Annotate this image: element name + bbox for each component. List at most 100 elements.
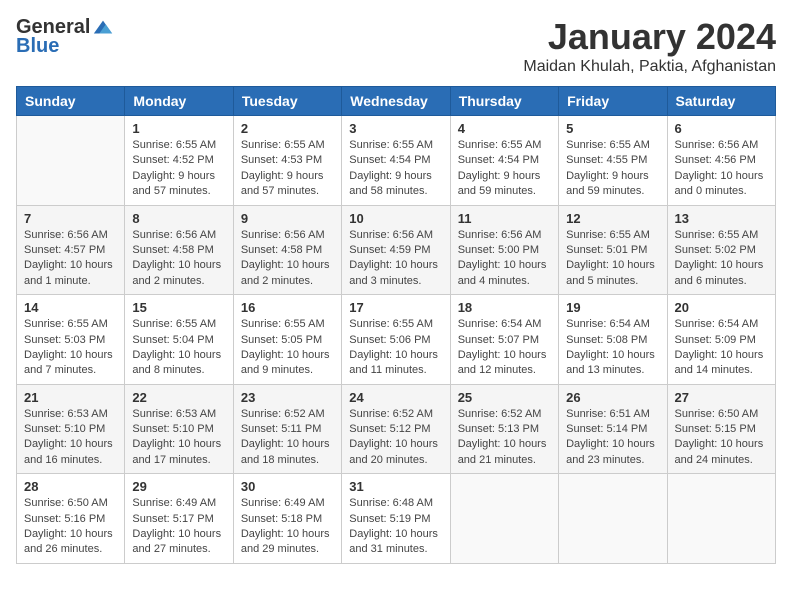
day-info: Sunrise: 6:49 AMSunset: 5:17 PMDaylight:… [132, 496, 225, 558]
day-number: 2 [241, 121, 334, 136]
calendar-cell: 10Sunrise: 6:56 AMSunset: 4:59 PMDayligh… [342, 205, 450, 295]
logo-blue: Blue [16, 35, 59, 58]
day-number: 12 [566, 211, 659, 226]
day-number: 4 [458, 121, 551, 136]
calendar-week-row: 14 Sunrise: 6:55 AMSunset: 5:03 PMDayligh… [17, 295, 776, 385]
day-info: Sunrise: 6:54 AMSunset: 5:09 PMDaylight:… [675, 317, 768, 379]
day-info: Sunrise: 6:56 AMSunset: 4:57 PMDaylight:… [24, 228, 117, 290]
day-number: 22 [132, 390, 225, 405]
day-number: 14 [24, 300, 117, 315]
day-info: Sunrise: 6:54 AMSunset: 5:08 PMDaylight:… [566, 317, 659, 379]
day-number: 8 [132, 211, 225, 226]
calendar-cell: 25Sunrise: 6:52 AMSunset: 5:13 PMDayligh… [450, 384, 558, 474]
calendar-cell: 2 Sunrise: 6:55 AMSunset: 4:53 PMDaylight… [233, 116, 341, 206]
day-info: Sunrise: 6:55 AMSunset: 5:01 PMDaylight:… [566, 228, 659, 290]
day-info: Sunrise: 6:54 AMSunset: 5:07 PMDaylight:… [458, 317, 551, 379]
day-number: 28 [24, 479, 117, 494]
location-title: Maidan Khulah, Paktia, Afghanistan [523, 58, 776, 76]
calendar-cell: 3 Sunrise: 6:55 AMSunset: 4:54 PMDaylight… [342, 116, 450, 206]
day-info: Sunrise: 6:55 AMSunset: 5:06 PMDaylight:… [349, 317, 442, 379]
calendar-cell: 29 Sunrise: 6:49 AMSunset: 5:17 PMDayligh… [125, 474, 233, 564]
day-info: Sunrise: 6:49 AMSunset: 5:18 PMDaylight:… [241, 496, 334, 558]
calendar-cell: 4 Sunrise: 6:55 AMSunset: 4:54 PMDaylight… [450, 116, 558, 206]
day-number: 17 [349, 300, 442, 315]
calendar-header-sunday: Sunday [17, 87, 125, 116]
calendar-cell: 14 Sunrise: 6:55 AMSunset: 5:03 PMDayligh… [17, 295, 125, 385]
day-number: 20 [675, 300, 768, 315]
calendar-cell: 19 Sunrise: 6:54 AMSunset: 5:08 PMDayligh… [559, 295, 667, 385]
calendar-cell: 9 Sunrise: 6:56 AMSunset: 4:58 PMDaylight… [233, 205, 341, 295]
day-info: Sunrise: 6:52 AMSunset: 5:12 PMDaylight:… [349, 407, 442, 469]
calendar-cell: 23 Sunrise: 6:52 AMSunset: 5:11 PMDayligh… [233, 384, 341, 474]
day-info: Sunrise: 6:55 AMSunset: 5:03 PMDaylight:… [24, 317, 117, 379]
day-info: Sunrise: 6:52 AMSunset: 5:11 PMDaylight:… [241, 407, 334, 469]
calendar-header-row: SundayMondayTuesdayWednesdayThursdayFrid… [17, 87, 776, 116]
calendar-header-saturday: Saturday [667, 87, 775, 116]
calendar-header-tuesday: Tuesday [233, 87, 341, 116]
day-number: 18 [458, 300, 551, 315]
day-number: 19 [566, 300, 659, 315]
calendar-cell: 16 Sunrise: 6:55 AMSunset: 5:05 PMDayligh… [233, 295, 341, 385]
day-number: 3 [349, 121, 442, 136]
day-info: Sunrise: 6:53 AMSunset: 5:10 PMDaylight:… [24, 407, 117, 469]
day-number: 29 [132, 479, 225, 494]
calendar-header-wednesday: Wednesday [342, 87, 450, 116]
calendar-week-row: 1 Sunrise: 6:55 AMSunset: 4:52 PMDaylight… [17, 116, 776, 206]
calendar-cell: 28 Sunrise: 6:50 AMSunset: 5:16 PMDayligh… [17, 474, 125, 564]
calendar-cell: 15Sunrise: 6:55 AMSunset: 5:04 PMDayligh… [125, 295, 233, 385]
calendar-cell: 31Sunrise: 6:48 AMSunset: 5:19 PMDayligh… [342, 474, 450, 564]
calendar-header-friday: Friday [559, 87, 667, 116]
day-number: 24 [349, 390, 442, 405]
logo: General Blue [16, 16, 114, 58]
calendar-week-row: 7 Sunrise: 6:56 AMSunset: 4:57 PMDaylight… [17, 205, 776, 295]
day-number: 10 [349, 211, 442, 226]
day-number: 1 [132, 121, 225, 136]
day-number: 16 [241, 300, 334, 315]
day-info: Sunrise: 6:55 AMSunset: 5:05 PMDaylight:… [241, 317, 334, 379]
day-info: Sunrise: 6:55 AMSunset: 4:55 PMDaylight:… [566, 138, 659, 200]
day-info: Sunrise: 6:56 AMSunset: 4:56 PMDaylight:… [675, 138, 768, 200]
month-title: January 2024 [523, 16, 776, 58]
day-number: 7 [24, 211, 117, 226]
calendar-cell: 1 Sunrise: 6:55 AMSunset: 4:52 PMDaylight… [125, 116, 233, 206]
day-info: Sunrise: 6:56 AMSunset: 4:58 PMDaylight:… [241, 228, 334, 290]
calendar-cell: 11 Sunrise: 6:56 AMSunset: 5:00 PMDayligh… [450, 205, 558, 295]
day-info: Sunrise: 6:50 AMSunset: 5:15 PMDaylight:… [675, 407, 768, 469]
day-number: 11 [458, 211, 551, 226]
calendar-cell: 18 Sunrise: 6:54 AMSunset: 5:07 PMDayligh… [450, 295, 558, 385]
day-number: 9 [241, 211, 334, 226]
day-number: 26 [566, 390, 659, 405]
calendar-cell: 12 Sunrise: 6:55 AMSunset: 5:01 PMDayligh… [559, 205, 667, 295]
calendar-cell: 20 Sunrise: 6:54 AMSunset: 5:09 PMDayligh… [667, 295, 775, 385]
calendar-table: SundayMondayTuesdayWednesdayThursdayFrid… [16, 86, 776, 564]
calendar-cell: 6Sunrise: 6:56 AMSunset: 4:56 PMDaylight… [667, 116, 775, 206]
calendar-cell: 8 Sunrise: 6:56 AMSunset: 4:58 PMDaylight… [125, 205, 233, 295]
day-info: Sunrise: 6:55 AMSunset: 4:54 PMDaylight:… [458, 138, 551, 200]
day-info: Sunrise: 6:56 AMSunset: 5:00 PMDaylight:… [458, 228, 551, 290]
day-number: 15 [132, 300, 225, 315]
day-info: Sunrise: 6:55 AMSunset: 4:52 PMDaylight:… [132, 138, 225, 200]
day-number: 27 [675, 390, 768, 405]
day-info: Sunrise: 6:50 AMSunset: 5:16 PMDaylight:… [24, 496, 117, 558]
day-info: Sunrise: 6:53 AMSunset: 5:10 PMDaylight:… [132, 407, 225, 469]
calendar-cell: 13Sunrise: 6:55 AMSunset: 5:02 PMDayligh… [667, 205, 775, 295]
day-info: Sunrise: 6:56 AMSunset: 4:58 PMDaylight:… [132, 228, 225, 290]
calendar-cell: 27 Sunrise: 6:50 AMSunset: 5:15 PMDayligh… [667, 384, 775, 474]
day-info: Sunrise: 6:48 AMSunset: 5:19 PMDaylight:… [349, 496, 442, 558]
day-number: 23 [241, 390, 334, 405]
calendar-cell [17, 116, 125, 206]
day-number: 30 [241, 479, 334, 494]
calendar-cell: 22 Sunrise: 6:53 AMSunset: 5:10 PMDayligh… [125, 384, 233, 474]
day-number: 25 [458, 390, 551, 405]
calendar-week-row: 21 Sunrise: 6:53 AMSunset: 5:10 PMDayligh… [17, 384, 776, 474]
day-info: Sunrise: 6:55 AMSunset: 4:54 PMDaylight:… [349, 138, 442, 200]
day-number: 21 [24, 390, 117, 405]
day-info: Sunrise: 6:55 AMSunset: 5:02 PMDaylight:… [675, 228, 768, 290]
calendar-cell: 24 Sunrise: 6:52 AMSunset: 5:12 PMDayligh… [342, 384, 450, 474]
logo-icon [92, 17, 114, 39]
calendar-cell [559, 474, 667, 564]
calendar-header-monday: Monday [125, 87, 233, 116]
day-info: Sunrise: 6:55 AMSunset: 4:53 PMDaylight:… [241, 138, 334, 200]
calendar-header-thursday: Thursday [450, 87, 558, 116]
calendar-cell [667, 474, 775, 564]
